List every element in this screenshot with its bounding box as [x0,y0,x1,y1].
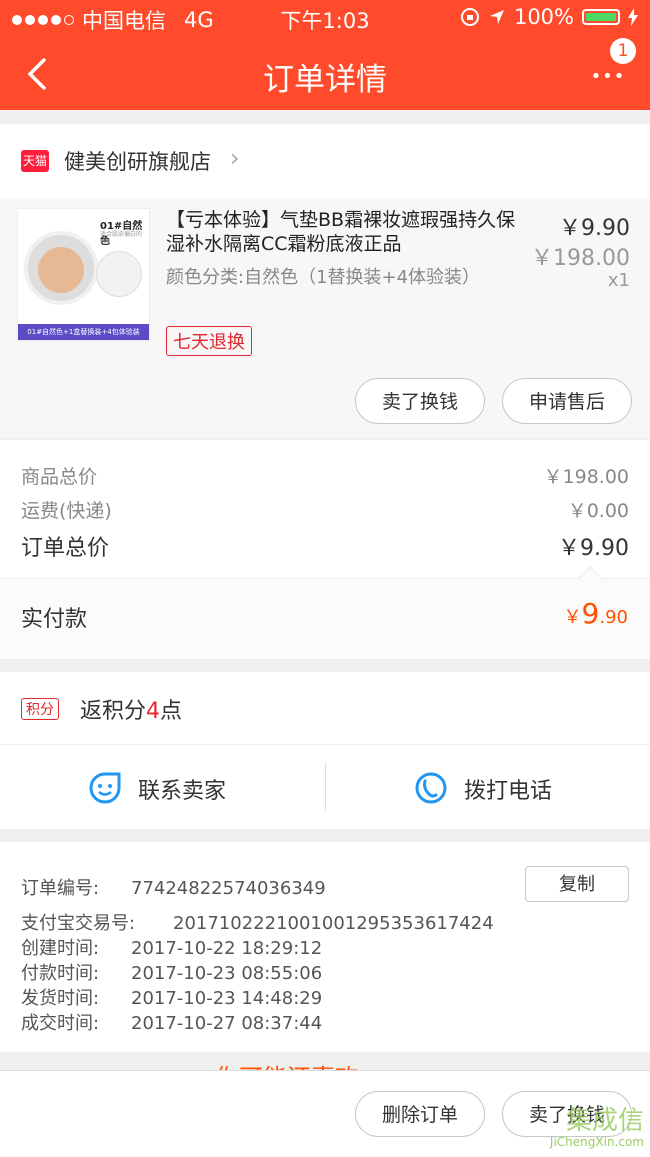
points-number: 4 [146,699,161,724]
bottom-action-bar: 删除订单 卖了换钱 集成信 JiChengXin.com [0,1070,650,1157]
points-row: 积分 返积分4点 [0,672,650,744]
charging-icon [628,8,638,26]
battery-percent: 100% [513,5,574,29]
goods-total-row: 商品总价 ￥198.00 [21,462,629,489]
page-title: 订单详情 [263,62,387,98]
product-spec: 颜色分类:自然色（1替换装+4体验装） [166,267,481,288]
phone-icon [415,772,447,804]
recommendation-header: 你可能还喜欢 [0,1052,650,1070]
thumbnail-subtitle: 适合肌肤偏白的MM [100,231,143,245]
status-right: 100% [460,5,638,29]
after-sale-button[interactable]: 申请售后 [502,378,632,424]
alipay-number-value: 2017102221001001295353617424 [173,913,494,934]
call-label: 拨打电话 [464,779,553,804]
alipay-number-row: 支付宝交易号: 2017102221001001295353617424 [21,909,494,935]
shipping-row: 运费(快递) ￥0.00 [21,496,629,523]
created-time-row: 创建时间: 2017-10-22 18:29:12 [21,934,322,960]
product-title[interactable]: 【亏本体验】气垫BB霜裸妆遮瑕强持久保湿补水隔离CC霜粉底液正品 [166,208,516,256]
copy-button[interactable]: 复制 [525,866,629,902]
return-policy-badge: 七天退换 [166,326,252,356]
status-bar: 中国电信 4G 下午1:03 100% [0,0,650,36]
watermark-url: JiChengXin.com [549,1135,644,1149]
shipping-value: ￥0.00 [567,500,629,522]
shipped-time-row: 发货时间: 2017-10-23 14:48:29 [21,984,322,1010]
created-time-label: 创建时间: [21,938,100,959]
order-number-label: 订单编号: [21,878,100,899]
points-text: 返积分4点 [80,693,182,725]
points-suffix: 点 [160,699,183,724]
shipped-time-label: 发货时间: [21,988,100,1009]
paid-row: 实付款 ￥9.90 [0,578,650,659]
paid-time-row: 付款时间: 2017-10-23 08:55:06 [21,959,322,985]
order-info: 订单编号: 77424822574036349 复制 支付宝交易号: 2017102… [0,842,650,1052]
item-quantity: x1 [607,270,630,291]
item-original-price: ￥198.00 [531,246,630,271]
chevron-right-icon: › [230,144,240,172]
cushion-lid-image [96,251,142,297]
watermark-main: 集成信 [565,1106,644,1136]
completed-time-label: 成交时间: [21,1013,100,1034]
battery-icon [582,9,620,25]
tmall-icon: 天猫 [21,150,49,172]
shop-header[interactable]: 天猫 健美创研旗舰店 › [0,124,650,198]
points-prefix: 返积分 [80,699,147,724]
completed-time-value: 2017-10-27 08:37:44 [131,1013,323,1034]
nav-bar: 订单详情 ••• 1 [0,36,650,110]
paid-label: 实付款 [21,607,88,632]
goods-total-value: ￥198.00 [543,466,629,488]
location-icon [489,10,504,24]
completed-time-row: 成交时间: 2017-10-27 08:37:44 [21,1009,322,1035]
paid-time-label: 付款时间: [21,963,100,984]
sell-button[interactable]: 卖了换钱 [355,378,485,424]
created-time-value: 2017-10-22 18:29:12 [131,938,323,959]
order-number-row: 订单编号: 77424822574036349 [21,874,326,900]
paid-decimal: .90 [599,607,628,628]
contact-bar: 联系卖家 拨打电话 [0,744,650,829]
paid-currency: ￥ [563,607,582,628]
notification-badge: 1 [610,38,636,64]
call-button[interactable]: 拨打电话 [326,745,650,829]
order-number-value: 77424822574036349 [131,878,326,899]
shipped-time-value: 2017-10-23 14:48:29 [131,988,323,1009]
contact-seller-button[interactable]: 联系卖家 [0,745,325,829]
order-item[interactable]: 01#自然色 适合肌肤偏白的MM 01#自然色+1盒替换装+4包体验装 【亏本体… [0,198,650,438]
rotation-lock-icon [460,8,479,26]
order-total-value: ￥9.90 [558,536,629,561]
points-badge: 积分 [21,698,59,720]
shop-name: 健美创研旗舰店 [64,150,211,174]
goods-total-label: 商品总价 [21,466,98,488]
paid-time-value: 2017-10-23 08:55:06 [131,963,323,984]
alipay-number-label: 支付宝交易号: [21,913,136,934]
pointer-triangle-fill [579,568,601,579]
delete-order-button[interactable]: 删除订单 [355,1091,485,1137]
order-total-row: 订单总价 ￥9.90 [21,530,629,562]
paid-amount: ￥9.90 [564,597,628,630]
thumbnail-banner: 01#自然色+1盒替换装+4包体验装 [18,324,149,340]
recommendation-title: 你可能还喜欢 [215,1058,359,1070]
product-thumbnail[interactable]: 01#自然色 适合肌肤偏白的MM 01#自然色+1盒替换装+4包体验装 [17,208,150,341]
price-summary: 商品总价 ￥198.00 运费(快递) ￥0.00 订单总价 ￥9.90 实付款… [0,440,650,659]
item-price: ￥9.90 [559,216,630,241]
order-total-label: 订单总价 [21,536,110,561]
cushion-puff-image [38,247,84,293]
more-icon: ••• [590,66,626,87]
contact-seller-label: 联系卖家 [138,779,227,804]
chat-icon [89,772,121,804]
paid-integer: 9 [581,597,600,630]
watermark: 集成信 JiChengXin.com [550,1107,644,1149]
shipping-label: 运费(快递) [21,500,112,522]
